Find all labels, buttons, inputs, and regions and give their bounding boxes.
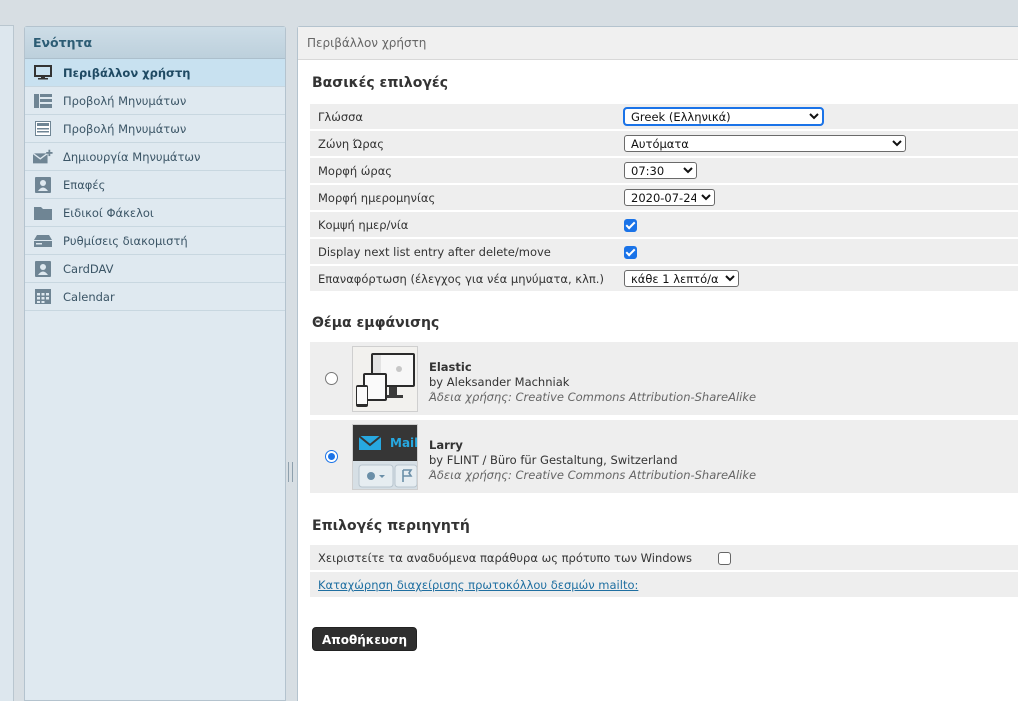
section-item-calendar[interactable]: Calendar <box>25 283 285 311</box>
mailto-row: Καταχώρηση διαχείρισης πρωτοκόλλου δεσμώ… <box>310 572 1018 597</box>
date-format-label: Μορφή ημερομηνίας <box>310 185 616 210</box>
popups-checkbox[interactable] <box>718 551 731 565</box>
display-next-row: Display next list entry after delete/mov… <box>310 239 1018 264</box>
skin-elastic-info: Elastic by Aleksander Machniak Άδεια χρή… <box>429 360 756 405</box>
larry-thumbnail: Mail <box>352 424 418 490</box>
language-label: Γλώσσα <box>310 104 616 129</box>
calendar-icon <box>33 289 53 305</box>
skin-license: Άδεια χρήσης: Creative Commons Attributi… <box>429 468 757 482</box>
basic-options-legend: Βασικές επιλογές <box>312 75 448 91</box>
display-next-label: Display next list entry after delete/mov… <box>310 239 616 264</box>
save-button[interactable]: Αποθήκευση <box>312 627 417 651</box>
section-item-user-interface[interactable]: Περιβάλλον χρήστη <box>25 59 285 87</box>
sections-panel: Ενότητα Περιβάλλον χρήστη Προβολή Μηνυμά… <box>24 26 286 701</box>
sections-header: Ενότητα <box>25 27 285 59</box>
refresh-row: Επαναφόρτωση (έλεγχος για νέα μηνύματα, … <box>310 266 1018 291</box>
time-format-select[interactable]: 07:30 <box>624 162 697 179</box>
server-icon <box>33 233 53 249</box>
larry-thumbnail-mail-text: Mail <box>390 436 418 450</box>
section-item-message-view[interactable]: Προβολή Μηνυμάτων <box>25 115 285 143</box>
carddav-icon <box>33 260 53 277</box>
preferences-title: Περιβάλλον χρήστη <box>298 27 1018 60</box>
section-item-label: Επαφές <box>63 177 106 192</box>
time-format-row: Μορφή ώρας 07:30 <box>310 158 1018 183</box>
skin-license: Άδεια χρήσης: Creative Commons Attributi… <box>429 390 757 404</box>
skin-name: Larry <box>429 438 463 452</box>
pretty-date-row: Κομψή ημερ/νία <box>310 212 1018 237</box>
section-item-label: Δημιουργία Μηνυμάτων <box>63 149 201 164</box>
mailto-handler-link[interactable]: Καταχώρηση διαχείρισης πρωτοκόλλου δεσμώ… <box>318 578 638 592</box>
browser-options-legend: Επιλογές περιηγητή <box>312 518 470 534</box>
section-item-special-folders[interactable]: Ειδικοί Φάκελοι <box>25 199 285 227</box>
refresh-select[interactable]: κάθε 1 λεπτό/α <box>624 270 739 287</box>
browser-options-table: Χειριστείτε τα αναδυόμενα παράθυρα ως πρ… <box>310 543 1018 599</box>
section-item-server-settings[interactable]: Ρυθμίσεις διακομιστή <box>25 227 285 255</box>
section-item-compose[interactable]: Δημιουργία Μηνυμάτων <box>25 143 285 171</box>
skin-option-larry[interactable]: Mail Larry by FLINT / Büro für Gestaltun… <box>310 420 1018 493</box>
section-item-label: Προβολή Μηνυμάτων <box>63 121 187 136</box>
pane-splitter-handle[interactable] <box>288 462 293 482</box>
folder-icon <box>33 205 53 221</box>
language-row: Γλώσσα Greek (Ελληνικά) <box>310 104 1018 129</box>
preferences-frame: Περιβάλλον χρήστη Βασικές επιλογές Γλώσσ… <box>297 26 1018 701</box>
list-view-icon <box>33 93 53 109</box>
pretty-date-checkbox[interactable] <box>624 218 637 232</box>
skin-author: by Aleksander Machniak <box>429 375 570 389</box>
section-item-label: Προβολή Μηνυμάτων <box>63 93 187 108</box>
elastic-thumbnail <box>352 346 418 412</box>
time-format-label: Μορφή ώρας <box>310 158 616 183</box>
section-item-carddav[interactable]: CardDAV <box>25 255 285 283</box>
section-item-label: Ειδικοί Φάκελοι <box>63 205 154 220</box>
skin-larry-radio[interactable] <box>325 450 338 463</box>
section-item-label: Περιβάλλον χρήστη <box>63 65 191 80</box>
language-select[interactable]: Greek (Ελληνικά) <box>623 107 824 126</box>
timezone-select[interactable]: Αυτόματα <box>624 135 906 152</box>
skin-larry-info: Larry by FLINT / Büro für Gestaltung, Sw… <box>429 438 756 483</box>
message-view-icon <box>33 121 53 137</box>
basic-options-table: Γλώσσα Greek (Ελληνικά) Ζώνη Ώρας Αυτόμα… <box>310 102 1018 293</box>
timezone-label: Ζώνη Ώρας <box>310 131 616 156</box>
monitor-icon <box>33 65 53 81</box>
skin-option-elastic[interactable]: Elastic by Aleksander Machniak Άδεια χρή… <box>310 342 1018 415</box>
skin-author: by FLINT / Büro für Gestaltung, Switzerl… <box>429 453 678 467</box>
refresh-label: Επαναφόρτωση (έλεγχος για νέα μηνύματα, … <box>310 266 616 291</box>
skin-legend: Θέμα εμφάνισης <box>312 315 440 331</box>
section-item-mailbox-view[interactable]: Προβολή Μηνυμάτων <box>25 87 285 115</box>
popups-row: Χειριστείτε τα αναδυόμενα παράθυρα ως πρ… <box>310 545 1018 570</box>
pretty-date-label: Κομψή ημερ/νία <box>310 212 616 237</box>
skin-name: Elastic <box>429 360 472 374</box>
section-item-contacts[interactable]: Επαφές <box>25 171 285 199</box>
skin-elastic-radio[interactable] <box>325 372 338 385</box>
popups-label: Χειριστείτε τα αναδυόμενα παράθυρα ως πρ… <box>310 545 710 570</box>
section-item-label: CardDAV <box>63 261 114 276</box>
section-item-label: Ρυθμίσεις διακομιστή <box>63 233 188 248</box>
folder-pane-edge <box>0 25 14 701</box>
timezone-row: Ζώνη Ώρας Αυτόματα <box>310 131 1018 156</box>
date-format-row: Μορφή ημερομηνίας 2020-07-24 <box>310 185 1018 210</box>
date-format-select[interactable]: 2020-07-24 <box>624 189 715 206</box>
display-next-checkbox[interactable] <box>624 245 637 259</box>
top-bar <box>0 0 1018 25</box>
compose-icon <box>33 149 53 165</box>
section-item-label: Calendar <box>63 289 115 304</box>
contacts-icon <box>33 176 53 193</box>
